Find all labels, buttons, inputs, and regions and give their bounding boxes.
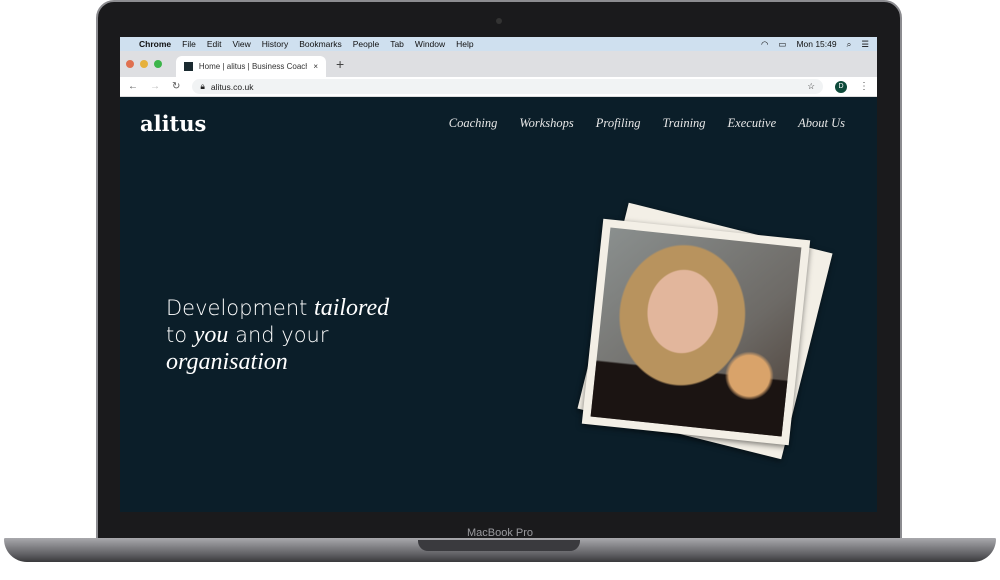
- menu-people[interactable]: People: [353, 39, 379, 49]
- address-bar-row: ← → ↻ 🔒︎ alitus.co.uk ☆ D ⋮: [120, 77, 877, 97]
- new-tab-button[interactable]: +: [336, 56, 344, 72]
- battery-icon[interactable]: ▭: [778, 39, 786, 50]
- menu-bookmarks[interactable]: Bookmarks: [299, 39, 342, 49]
- camera: [496, 18, 502, 24]
- menu-file[interactable]: File: [182, 39, 196, 49]
- url-input[interactable]: 🔒︎ alitus.co.uk ☆: [192, 79, 823, 94]
- menu-view[interactable]: View: [232, 39, 250, 49]
- hero-emphasis: tailored: [314, 295, 390, 321]
- hero-text: and your: [228, 323, 329, 347]
- nav-executive[interactable]: Executive: [728, 116, 777, 131]
- minimize-window-button[interactable]: [140, 60, 148, 68]
- back-icon[interactable]: ←: [128, 81, 138, 92]
- lock-icon: 🔒︎: [200, 81, 205, 91]
- menu-help[interactable]: Help: [456, 39, 473, 49]
- hero-heading: Development tailored to you and your org…: [166, 295, 389, 376]
- more-icon[interactable]: ⋮: [859, 81, 869, 92]
- close-tab-icon[interactable]: ×: [313, 62, 318, 71]
- portrait-photo: [590, 227, 802, 437]
- nav-training[interactable]: Training: [662, 116, 705, 131]
- hero-emphasis: organisation: [166, 349, 288, 375]
- laptop-notch: [418, 540, 580, 551]
- menu-tab[interactable]: Tab: [390, 39, 404, 49]
- menu-edit[interactable]: Edit: [207, 39, 222, 49]
- close-window-button[interactable]: [126, 60, 134, 68]
- hero-text: Development: [166, 296, 315, 320]
- mac-menubar: Chrome File Edit View History Bookmarks …: [120, 37, 877, 51]
- device-label: MacBook Pro: [466, 527, 534, 539]
- reload-icon[interactable]: ↻: [172, 81, 180, 92]
- star-icon[interactable]: ☆: [807, 81, 815, 92]
- favicon-icon: [184, 62, 193, 71]
- clock[interactable]: Mon 15:49: [796, 39, 836, 50]
- nav-about-us[interactable]: About Us: [798, 116, 845, 131]
- screen: Chrome File Edit View History Bookmarks …: [120, 37, 877, 512]
- website: alitus Coaching Workshops Profiling Trai…: [120, 97, 877, 512]
- forward-icon[interactable]: →: [150, 81, 160, 92]
- nav-coaching[interactable]: Coaching: [449, 116, 498, 131]
- tab-strip: Home | alitus | Business Coach × +: [120, 51, 877, 77]
- nav-profiling[interactable]: Profiling: [596, 116, 641, 131]
- menu-chrome[interactable]: Chrome: [139, 39, 171, 49]
- nav-workshops[interactable]: Workshops: [519, 116, 573, 131]
- hero-text: to: [166, 323, 194, 347]
- search-icon[interactable]: ⌕: [847, 39, 852, 50]
- wifi-icon[interactable]: ◠: [761, 39, 768, 50]
- menu-list-icon[interactable]: ☰: [861, 39, 869, 50]
- tab-home[interactable]: Home | alitus | Business Coach ×: [176, 56, 326, 77]
- photo-frame: [581, 218, 811, 446]
- menu-window[interactable]: Window: [415, 39, 445, 49]
- tab-title: Home | alitus | Business Coach: [198, 62, 308, 71]
- hero-emphasis: you: [193, 322, 229, 348]
- maximize-window-button[interactable]: [154, 60, 162, 68]
- site-logo[interactable]: alitus: [140, 111, 206, 136]
- url-text: alitus.co.uk: [210, 81, 254, 92]
- profile-avatar[interactable]: D: [835, 80, 847, 93]
- site-nav: Coaching Workshops Profiling Training Ex…: [449, 116, 845, 131]
- menu-history[interactable]: History: [262, 39, 288, 49]
